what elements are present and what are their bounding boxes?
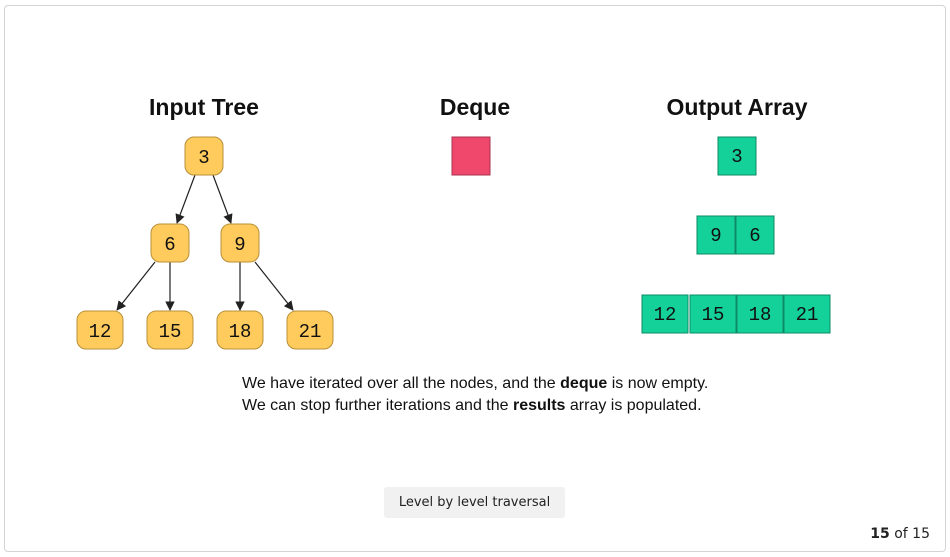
slide-counter-total: 15 — [912, 526, 930, 542]
tree-node-label: 6 — [164, 234, 175, 256]
output-cell-label: 12 — [654, 304, 677, 326]
tree-edges — [116, 174, 294, 311]
output-cell-label: 18 — [749, 304, 772, 326]
output-cell-label: 15 — [702, 304, 725, 326]
caption-text: We have iterated over all the nodes, and… — [242, 375, 561, 392]
output-cell-label: 21 — [796, 304, 819, 326]
slide-counter-separator: of — [894, 526, 908, 542]
edge-3-9 — [212, 174, 233, 224]
caption-text: We can stop further iterations and the — [242, 397, 513, 414]
deque-empty-box — [451, 136, 491, 176]
tree-node-label: 3 — [198, 147, 209, 169]
tree-node-level1-0: 6 — [150, 223, 190, 263]
edge-6-12 — [116, 261, 156, 311]
tree-node-label: 15 — [159, 321, 182, 343]
tree-node-level2-1: 15 — [146, 310, 194, 350]
edge-9-21 — [254, 261, 294, 311]
caption-line-2: We can stop further iterations and the r… — [242, 395, 708, 417]
slide-counter: 15 of 15 — [870, 526, 930, 542]
slide-title-label: Level by level traversal — [384, 487, 565, 518]
tree-node-level2-2: 18 — [216, 310, 264, 350]
edge-3-6 — [175, 174, 196, 224]
output-cell-label: 3 — [731, 146, 742, 168]
caption-emphasis-results: results — [512, 397, 566, 414]
tree-node-level2-3: 21 — [286, 310, 334, 350]
diagram-canvas: 3 6 9 12 15 18 21 3 9 6 12 15 18 21 — [76, 136, 831, 350]
output-row-1: 9 6 — [696, 215, 775, 255]
explanation-caption: We have iterated over all the nodes, and… — [242, 373, 708, 417]
output-cell-label: 9 — [710, 225, 721, 247]
tree-node-label: 9 — [234, 234, 245, 256]
tree-node-level1-1: 9 — [220, 223, 260, 263]
slide-counter-current: 15 — [870, 526, 890, 542]
caption-emphasis-deque: deque — [560, 375, 608, 392]
output-cell-label: 6 — [749, 225, 760, 247]
caption-text: is now empty. — [607, 375, 709, 392]
caption-line-1: We have iterated over all the nodes, and… — [242, 373, 708, 395]
tree-node-label: 18 — [229, 321, 252, 343]
output-row-0: 3 — [717, 136, 757, 176]
tree-node-level2-0: 12 — [76, 310, 124, 350]
tree-node-root: 3 — [184, 136, 224, 176]
tree-node-label: 12 — [89, 321, 112, 343]
tree-node-label: 21 — [299, 321, 322, 343]
output-row-2: 12 15 18 21 — [641, 294, 831, 334]
caption-text: array is populated. — [565, 397, 702, 414]
